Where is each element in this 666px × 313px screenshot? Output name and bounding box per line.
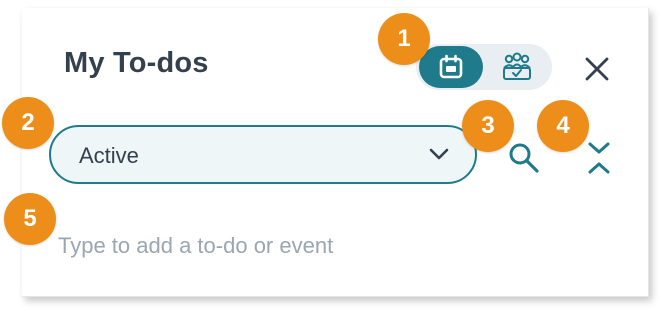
collapse-icon (588, 142, 610, 174)
search-icon (509, 143, 539, 173)
callout-marker-2: 2 (2, 97, 54, 149)
panel-title: My To-dos (64, 47, 209, 79)
filter-selected-value: Active (79, 143, 139, 168)
toggle-option-team[interactable] (485, 46, 549, 88)
toggle-option-calendar[interactable] (419, 46, 483, 88)
add-todo-input[interactable] (58, 228, 578, 264)
screenshot-stage: My To-dos Active Type to add a to-do or … (0, 0, 666, 313)
callout-marker-5: 5 (4, 193, 56, 245)
collapse-button[interactable] (584, 140, 614, 176)
calendar-icon (439, 54, 463, 79)
status-filter-select[interactable]: Active (49, 125, 477, 184)
callout-marker-3: 3 (462, 100, 514, 152)
search-button[interactable] (506, 140, 542, 176)
close-button[interactable] (580, 52, 614, 86)
chevron-down-icon (429, 148, 449, 160)
view-toggle[interactable] (416, 44, 552, 90)
callout-marker-4: 4 (537, 100, 589, 152)
callout-marker-1: 1 (378, 13, 430, 65)
team-icon (503, 52, 531, 80)
close-icon (585, 57, 609, 81)
